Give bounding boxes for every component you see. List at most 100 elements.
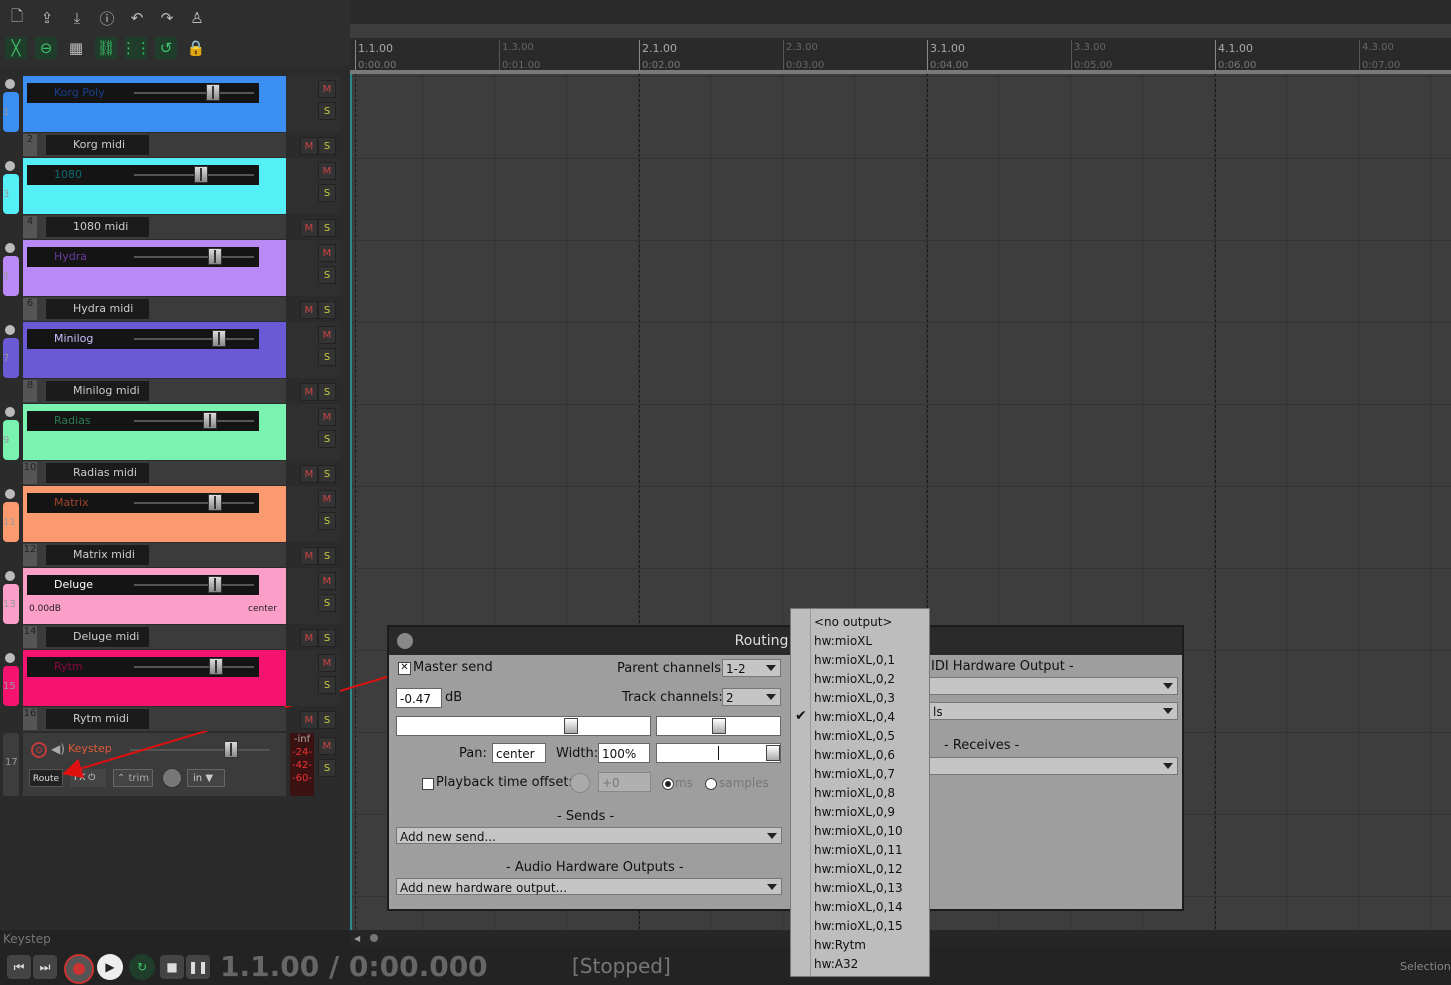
open-project-icon[interactable]: ⇪ [36,7,58,29]
mute-button[interactable]: M [318,572,336,590]
solo-button[interactable]: S [318,348,336,366]
folder-collapse-icon[interactable] [5,79,15,89]
folder-collapse-icon[interactable] [5,653,15,663]
stop-icon[interactable]: ■ [160,955,184,979]
folder-collapse-icon[interactable] [5,407,15,417]
solo-button[interactable]: S [318,629,336,647]
volume-fader[interactable] [134,256,254,258]
redo-icon[interactable]: ↷ [156,7,178,29]
record-icon[interactable] [64,954,94,984]
dropdown-item[interactable]: hw:mioXL [814,632,872,651]
solo-button[interactable]: S [318,512,336,530]
mute-button[interactable]: M [300,219,318,237]
width-input[interactable]: 100% [598,743,650,763]
volume-fader-knob[interactable] [209,658,223,675]
add-receive-select[interactable] [929,757,1178,775]
solo-button[interactable]: S [318,102,336,120]
track-6[interactable]: 13 Deluge M S 14 Deluge midi M S 0.00dB … [0,568,350,650]
child-track-name[interactable]: 1080 midi [46,217,149,237]
track-name[interactable]: Keystep [68,742,112,755]
dropdown-item[interactable]: hw:mioXL,0,10 [814,822,903,841]
child-track-name[interactable]: Deluge midi [46,627,149,647]
master-send-checkbox[interactable]: ✕ [398,662,411,675]
volume-fader-knob[interactable] [208,248,222,265]
dropdown-item[interactable]: hw:mioXL,0,6 [814,746,895,765]
pan-input[interactable]: center [492,743,546,763]
mute-button[interactable]: M [318,490,336,508]
child-track-name[interactable]: Rytm midi [46,709,149,729]
volume-input[interactable]: -0.47 [396,688,442,708]
track-1[interactable]: 3 1080 M S 4 1080 midi M S [0,158,350,240]
mute-button[interactable]: M [300,465,318,483]
project-info-icon[interactable]: ⓘ [96,7,118,29]
solo-button[interactable]: S [318,465,336,483]
new-project-icon[interactable]: 🗋 [6,7,28,29]
volume-slider[interactable] [396,716,651,736]
dropdown-item[interactable]: hw:mioXL,0,13 [814,879,903,898]
solo-button[interactable]: S [318,301,336,319]
solo-button[interactable]: S [318,184,336,202]
volume-fader[interactable] [134,420,254,422]
offset-input[interactable]: +0 [598,772,651,792]
width-slider-thumb[interactable] [766,745,780,761]
dropdown-item[interactable]: hw:A32 [814,955,858,974]
dropdown-item[interactable]: <no output> [814,613,892,632]
mute-button[interactable]: M [300,547,318,565]
timeline-ruler[interactable]: 1.1.00 0:00.00 2.1.00 0:02.00 3.1.00 0:0… [350,38,1451,74]
track-5[interactable]: 11 Matrix M S 12 Matrix midi M S [0,486,350,568]
pan-knob[interactable] [162,768,182,788]
dropdown-item[interactable]: hw:mioXL,0,12 [814,860,903,879]
volume-fader-knob[interactable] [212,330,226,347]
samples-radio[interactable] [705,778,717,790]
solo-button[interactable]: S [318,547,336,565]
add-send-select[interactable]: Add new send... [396,827,782,844]
automation-mode-button[interactable]: ⌃ trim [113,769,153,787]
save-project-icon[interactable]: ⤓ [66,7,88,29]
position-display[interactable]: 1.1.00 / 0:00.000 [220,950,488,983]
solo-button[interactable]: S [318,266,336,284]
track-3[interactable]: 7 Minilog M S 8 Minilog midi M S [0,322,350,404]
child-track-name[interactable]: Matrix midi [46,545,149,565]
scroll-thumb[interactable] [370,934,378,942]
volume-slider-thumb[interactable] [564,718,578,734]
volume-fader-knob[interactable] [203,412,217,429]
child-track-name[interactable]: Korg midi [46,135,149,155]
mute-button[interactable]: M [300,711,318,729]
solo-button[interactable]: S [318,594,336,612]
volume-fader[interactable] [134,338,254,340]
solo-button[interactable]: S [318,430,336,448]
track-2[interactable]: 5 Hydra M S 6 Hydra midi M S [0,240,350,322]
go-to-end-icon[interactable]: ⏭ [33,955,57,979]
ms-radio[interactable] [662,778,674,790]
mute-button[interactable]: M [318,80,336,98]
go-to-start-icon[interactable]: ⏮ [7,955,31,979]
loop-icon[interactable]: ↺ [155,37,177,59]
track-keystep[interactable]: 17 ◀) Keystep Route FX ⏻ ⌃ trim in ▼ -in… [0,733,350,796]
link-icon[interactable]: ⊖ [35,37,57,59]
mute-button[interactable]: M [300,383,318,401]
folder-collapse-icon[interactable] [5,161,15,171]
dropdown-item[interactable]: hw:mioXL,0,2 [814,670,895,689]
width-slider[interactable] [656,743,781,763]
track-7[interactable]: 15 Rytm M S 16 Rytm midi M S [0,650,350,732]
volume-fader[interactable] [130,749,270,751]
solo-button[interactable]: S [318,759,336,777]
dropdown-item[interactable]: hw:mioXL,0,8 [814,784,895,803]
mute-button[interactable]: M [300,137,318,155]
folder-collapse-icon[interactable] [5,243,15,253]
dropdown-item[interactable]: hw:mioXL,0,5 [814,727,895,746]
parent-channels-select[interactable]: 1-2 [722,659,781,677]
volume-fader-knob[interactable] [224,741,238,758]
volume-fader[interactable] [134,502,254,504]
record-arm-button[interactable] [31,742,47,758]
mute-button[interactable]: M [318,737,336,755]
solo-button[interactable]: S [318,383,336,401]
track-0[interactable]: 1 Korg Poly M S 2 Korg midi M S [0,76,350,158]
playback-offset-checkbox[interactable] [422,778,434,790]
metronome-icon[interactable]: ♙ [186,7,208,29]
mute-button[interactable]: M [318,162,336,180]
mute-button[interactable]: M [300,629,318,647]
lock-icon[interactable]: 🔒 [185,37,207,59]
dropdown-item[interactable]: hw:mioXL,0,4 [814,708,895,727]
route-button[interactable]: Route [29,769,63,787]
